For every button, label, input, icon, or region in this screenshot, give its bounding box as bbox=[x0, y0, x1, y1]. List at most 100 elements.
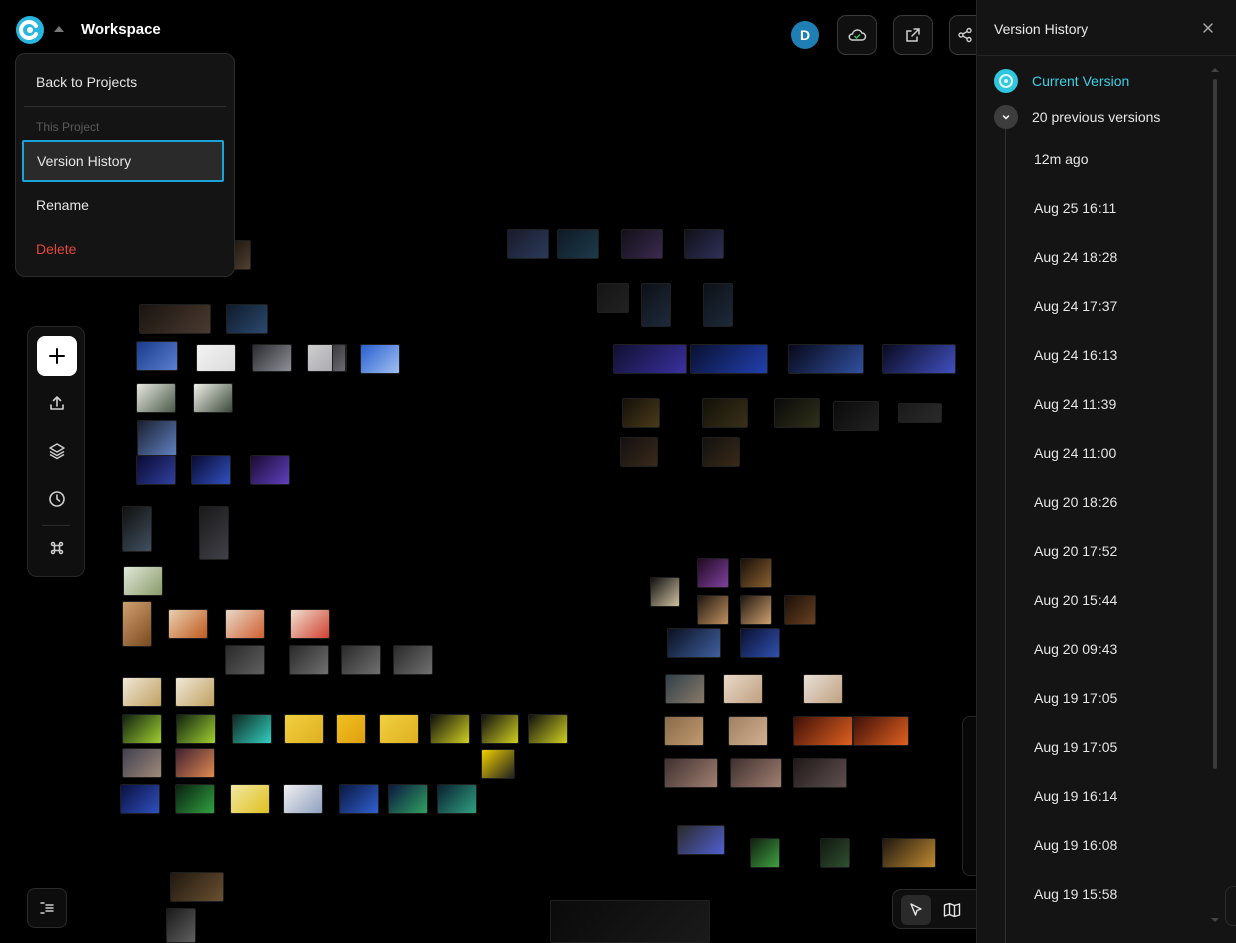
back-to-projects-item[interactable]: Back to Projects bbox=[22, 62, 224, 102]
canvas-thumbnail[interactable] bbox=[664, 716, 704, 746]
version-item[interactable]: Aug 25 16:11 bbox=[1034, 200, 1116, 216]
canvas-thumbnail[interactable] bbox=[226, 304, 268, 334]
canvas-thumbnail[interactable] bbox=[613, 344, 687, 374]
canvas-thumbnail[interactable] bbox=[730, 758, 782, 788]
canvas-thumbnail[interactable] bbox=[123, 566, 163, 596]
canvas-thumbnail[interactable] bbox=[803, 674, 843, 704]
canvas-thumbnail[interactable] bbox=[481, 714, 519, 744]
canvas-thumbnail[interactable] bbox=[750, 838, 780, 868]
canvas-thumbnail[interactable] bbox=[793, 716, 853, 746]
canvas-thumbnail[interactable] bbox=[120, 784, 160, 814]
upload-button[interactable] bbox=[37, 383, 77, 423]
canvas-thumbnail[interactable] bbox=[393, 645, 433, 675]
canvas-thumbnail[interactable] bbox=[332, 344, 346, 372]
canvas-thumbnail[interactable] bbox=[677, 825, 725, 855]
canvas-thumbnail[interactable] bbox=[230, 784, 270, 814]
canvas-thumbnail[interactable] bbox=[774, 398, 820, 428]
canvas-thumbnail[interactable] bbox=[122, 714, 162, 744]
version-item[interactable]: Aug 19 17:05 bbox=[1034, 739, 1117, 755]
canvas-thumbnail[interactable] bbox=[740, 628, 780, 658]
canvas-thumbnail[interactable] bbox=[136, 341, 178, 371]
version-item[interactable]: Aug 24 16:13 bbox=[1034, 347, 1117, 363]
canvas-thumbnail[interactable] bbox=[667, 628, 721, 658]
version-item[interactable]: Aug 24 11:00 bbox=[1034, 445, 1116, 461]
version-item[interactable]: Aug 24 17:37 bbox=[1034, 298, 1117, 314]
canvas-thumbnail[interactable] bbox=[168, 609, 208, 639]
canvas-thumbnail[interactable] bbox=[650, 577, 680, 607]
canvas-thumbnail[interactable] bbox=[122, 601, 152, 647]
close-button[interactable] bbox=[1199, 19, 1217, 37]
canvas-thumbnail[interactable] bbox=[166, 908, 196, 943]
canvas-thumbnail[interactable] bbox=[550, 900, 710, 943]
app-logo-icon[interactable] bbox=[15, 15, 45, 45]
expand-previous-button[interactable] bbox=[994, 105, 1018, 129]
canvas-thumbnail[interactable] bbox=[193, 383, 233, 413]
canvas-thumbnail[interactable] bbox=[336, 714, 366, 744]
canvas-thumbnail[interactable] bbox=[684, 229, 724, 259]
canvas-thumbnail[interactable] bbox=[283, 784, 323, 814]
canvas-thumbnail[interactable] bbox=[175, 677, 215, 707]
canvas-thumbnail[interactable] bbox=[882, 838, 936, 868]
canvas-thumbnail[interactable] bbox=[664, 758, 718, 788]
canvas-thumbnail[interactable] bbox=[284, 714, 324, 744]
user-avatar[interactable]: D bbox=[791, 21, 819, 49]
canvas-thumbnail[interactable] bbox=[290, 609, 330, 639]
version-item[interactable]: Aug 19 17:05 bbox=[1034, 690, 1117, 706]
version-item[interactable]: Aug 20 09:43 bbox=[1034, 641, 1117, 657]
share-button[interactable] bbox=[949, 15, 979, 55]
pointer-tool-button[interactable] bbox=[901, 895, 931, 925]
scroll-down-icon[interactable] bbox=[1211, 918, 1219, 922]
canvas-thumbnail[interactable] bbox=[139, 304, 211, 334]
canvas-thumbnail[interactable] bbox=[702, 398, 748, 428]
canvas-thumbnail[interactable] bbox=[697, 558, 729, 588]
canvas-thumbnail[interactable] bbox=[233, 240, 251, 270]
canvas-thumbnail[interactable] bbox=[833, 401, 879, 431]
canvas-thumbnail[interactable] bbox=[136, 455, 176, 485]
canvas-thumbnail[interactable] bbox=[341, 645, 381, 675]
canvas-thumbnail[interactable] bbox=[379, 714, 419, 744]
canvas-thumbnail[interactable] bbox=[597, 283, 629, 313]
canvas-thumbnail[interactable] bbox=[723, 674, 763, 704]
canvas-thumbnail[interactable] bbox=[137, 420, 177, 456]
canvas-thumbnail[interactable] bbox=[225, 609, 265, 639]
canvas-thumbnail[interactable] bbox=[882, 344, 956, 374]
canvas-thumbnail[interactable] bbox=[620, 437, 658, 467]
canvas-thumbnail[interactable] bbox=[740, 558, 772, 588]
canvas-thumbnail[interactable] bbox=[250, 455, 290, 485]
canvas-thumbnail[interactable] bbox=[702, 437, 740, 467]
cloud-sync-button[interactable] bbox=[837, 15, 877, 55]
canvas-thumbnail[interactable] bbox=[853, 716, 909, 746]
canvas-thumbnail[interactable] bbox=[225, 645, 265, 675]
canvas-thumbnail[interactable] bbox=[793, 758, 847, 788]
canvas-thumbnail[interactable] bbox=[252, 344, 292, 372]
delete-item[interactable]: Delete bbox=[22, 229, 224, 269]
canvas-thumbnail[interactable] bbox=[289, 645, 329, 675]
canvas-thumbnail[interactable] bbox=[122, 748, 162, 778]
canvas-thumbnail[interactable] bbox=[690, 344, 768, 374]
canvas-thumbnail[interactable] bbox=[199, 506, 229, 560]
panel-edge-handle[interactable] bbox=[1225, 886, 1236, 926]
canvas-thumbnail[interactable] bbox=[740, 595, 772, 625]
canvas-thumbnail[interactable] bbox=[437, 784, 477, 814]
canvas-thumbnail[interactable] bbox=[557, 229, 599, 259]
canvas-thumbnail[interactable] bbox=[175, 748, 215, 778]
version-item[interactable]: Aug 19 16:14 bbox=[1034, 788, 1117, 804]
canvas-thumbnail[interactable] bbox=[898, 403, 942, 423]
layers-button[interactable] bbox=[37, 431, 77, 471]
canvas-thumbnail[interactable] bbox=[339, 784, 379, 814]
canvas-thumbnail[interactable] bbox=[170, 872, 224, 902]
version-item[interactable]: Aug 19 15:58 bbox=[1034, 886, 1117, 902]
canvas-thumbnail[interactable] bbox=[175, 784, 215, 814]
canvas-thumbnail[interactable] bbox=[784, 595, 816, 625]
version-item[interactable]: Aug 20 15:44 bbox=[1034, 592, 1117, 608]
current-version-label[interactable]: Current Version bbox=[1032, 73, 1129, 89]
scrollbar[interactable] bbox=[1213, 79, 1217, 769]
canvas-thumbnail[interactable] bbox=[528, 714, 568, 744]
canvas-thumbnail[interactable] bbox=[697, 595, 729, 625]
version-history-item[interactable]: Version History bbox=[22, 140, 224, 182]
canvas-thumbnail[interactable] bbox=[481, 749, 515, 779]
scroll-up-icon[interactable] bbox=[1211, 68, 1219, 72]
canvas-thumbnail[interactable] bbox=[232, 714, 272, 744]
command-button[interactable] bbox=[37, 528, 77, 568]
version-item[interactable]: Aug 20 18:26 bbox=[1034, 494, 1117, 510]
